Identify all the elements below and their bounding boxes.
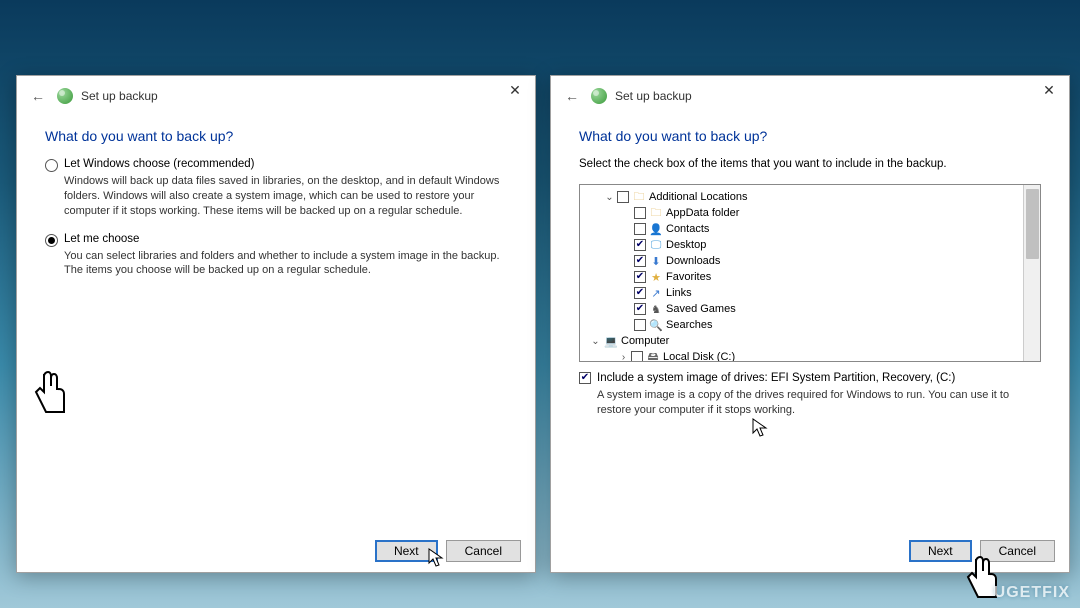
links-icon: ↗ xyxy=(648,286,664,300)
tree-node-favorites[interactable]: ★ Favorites xyxy=(582,269,1038,285)
dialog-header: ← Set up backup xyxy=(17,76,535,112)
desktop-icon: 🖵 xyxy=(648,238,664,252)
include-label: Include a system image of drives: EFI Sy… xyxy=(597,372,955,384)
folder-icon: 🗀 xyxy=(631,190,647,204)
radio-let-me-choose[interactable]: Let me choose xyxy=(45,233,507,247)
dialog-footer: Next Cancel xyxy=(375,540,521,562)
collapse-icon[interactable]: ⌄ xyxy=(604,192,615,203)
checkbox[interactable] xyxy=(579,372,591,384)
tree-node-links[interactable]: ↗ Links xyxy=(582,285,1038,301)
dialog-title: Set up backup xyxy=(81,89,158,103)
downloads-icon: ⬇ xyxy=(648,254,664,268)
tree-node-appdata[interactable]: 🗀 AppData folder xyxy=(582,205,1038,221)
checkbox[interactable] xyxy=(634,239,646,251)
tree-label: AppData folder xyxy=(666,207,739,219)
backup-globe-icon xyxy=(591,88,607,104)
dialog-content: What do you want to back up? Let Windows… xyxy=(17,112,535,300)
tree-label: Links xyxy=(666,287,692,299)
checkbox[interactable] xyxy=(617,191,629,203)
close-icon[interactable]: ✕ xyxy=(503,80,527,100)
radio-label: Let Windows choose (recommended) xyxy=(64,158,254,170)
back-arrow-icon[interactable]: ← xyxy=(561,86,583,106)
next-button[interactable]: Next xyxy=(909,540,972,562)
items-tree: ⌄ 🗀 Additional Locations 🗀 AppData folde… xyxy=(579,184,1041,362)
collapse-icon[interactable]: ⌄ xyxy=(590,336,601,347)
backup-wizard-choose-mode: ✕ ← Set up backup What do you want to ba… xyxy=(16,75,536,573)
include-description: A system image is a copy of the drives r… xyxy=(597,388,1041,418)
radio-icon[interactable] xyxy=(45,234,58,247)
tree-node-saved-games[interactable]: ♞ Saved Games xyxy=(582,301,1038,317)
checkbox[interactable] xyxy=(631,351,643,362)
tree-label: Downloads xyxy=(666,255,720,267)
include-system-image-checkbox[interactable]: Include a system image of drives: EFI Sy… xyxy=(579,372,1041,384)
tree-node-local-disk[interactable]: › 🖴 Local Disk (C:) xyxy=(582,349,1038,362)
dialog-title: Set up backup xyxy=(615,89,692,103)
tree-label: Favorites xyxy=(666,271,711,283)
tree-label: Contacts xyxy=(666,223,709,235)
radio-description: You can select libraries and folders and… xyxy=(64,249,507,279)
tree-label: Local Disk (C:) xyxy=(663,351,735,362)
disk-icon: 🖴 xyxy=(645,350,661,362)
expand-icon[interactable]: › xyxy=(618,352,629,363)
next-button[interactable]: Next xyxy=(375,540,438,562)
tree-label: Computer xyxy=(621,335,669,347)
scrollbar[interactable] xyxy=(1023,185,1040,361)
checkbox[interactable] xyxy=(634,319,646,331)
computer-icon: 💻 xyxy=(603,334,619,348)
tree-label: Saved Games xyxy=(666,303,736,315)
dialog-header: ← Set up backup xyxy=(551,76,1069,112)
tree-label: Desktop xyxy=(666,239,706,251)
tree-node-downloads[interactable]: ⬇ Downloads xyxy=(582,253,1038,269)
radio-description: Windows will back up data files saved in… xyxy=(64,174,507,219)
instruction-text: Select the check box of the items that y… xyxy=(579,158,1041,170)
folder-icon: 🗀 xyxy=(648,206,664,220)
checkbox[interactable] xyxy=(634,303,646,315)
tree-node-contacts[interactable]: 👤 Contacts xyxy=(582,221,1038,237)
dialog-content: What do you want to back up? Select the … xyxy=(551,112,1069,426)
checkbox[interactable] xyxy=(634,287,646,299)
tree-label: Searches xyxy=(666,319,712,331)
radio-icon[interactable] xyxy=(45,159,58,172)
tree-node-desktop[interactable]: 🖵 Desktop xyxy=(582,237,1038,253)
backup-wizard-select-items: ✕ ← Set up backup What do you want to ba… xyxy=(550,75,1070,573)
star-icon: ★ xyxy=(648,270,664,284)
radio-let-windows-choose[interactable]: Let Windows choose (recommended) xyxy=(45,158,507,172)
cancel-button[interactable]: Cancel xyxy=(446,540,521,562)
contacts-icon: 👤 xyxy=(648,222,664,236)
dialog-footer: Next Cancel xyxy=(909,540,1055,562)
scrollbar-thumb[interactable] xyxy=(1026,189,1039,259)
page-heading: What do you want to back up? xyxy=(45,128,507,144)
checkbox[interactable] xyxy=(634,223,646,235)
backup-globe-icon xyxy=(57,88,73,104)
radio-label: Let me choose xyxy=(64,233,139,245)
page-heading: What do you want to back up? xyxy=(579,128,1041,144)
checkbox[interactable] xyxy=(634,271,646,283)
tree-label: Additional Locations xyxy=(649,191,747,203)
cancel-button[interactable]: Cancel xyxy=(980,540,1055,562)
game-icon: ♞ xyxy=(648,302,664,316)
watermark: UGETFIX xyxy=(994,584,1070,602)
close-icon[interactable]: ✕ xyxy=(1037,80,1061,100)
tree-node-searches[interactable]: 🔍 Searches xyxy=(582,317,1038,333)
checkbox[interactable] xyxy=(634,207,646,219)
back-arrow-icon[interactable]: ← xyxy=(27,86,49,106)
search-icon: 🔍 xyxy=(648,318,664,332)
checkbox[interactable] xyxy=(634,255,646,267)
